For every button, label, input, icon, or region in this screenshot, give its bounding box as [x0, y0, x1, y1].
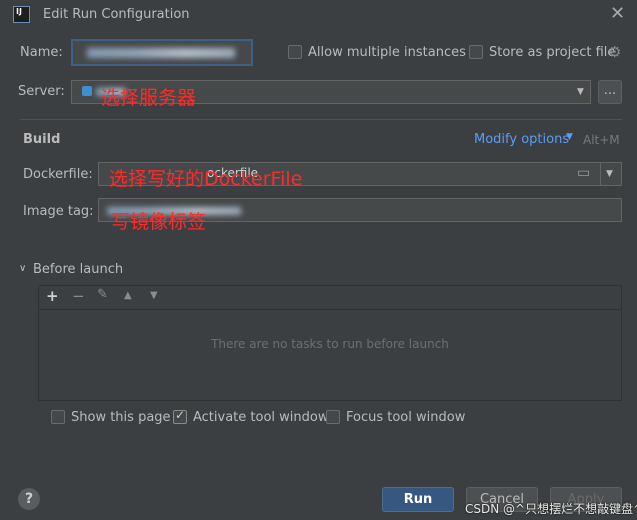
- allow-multiple-checkbox[interactable]: [288, 45, 302, 59]
- chevron-down-icon[interactable]: ▼: [606, 169, 613, 179]
- store-project-checkbox[interactable]: [469, 45, 483, 59]
- edit-icon: ✎: [97, 287, 108, 302]
- modify-options-link[interactable]: Modify options: [474, 132, 569, 147]
- build-heading: Build: [23, 132, 61, 147]
- show-page-checkbox[interactable]: [51, 410, 65, 424]
- activate-tool-label: Activate tool window: [193, 410, 329, 425]
- tasks-toolbar: + − ✎ ▲ ▼: [39, 286, 621, 310]
- focus-tool-label: Focus tool window: [346, 410, 466, 425]
- empty-tasks-text: There are no tasks to run before launch: [211, 337, 449, 351]
- name-label: Name:: [20, 45, 63, 60]
- image-tag-label: Image tag:: [23, 204, 94, 219]
- before-launch-tasks-panel: + − ✎ ▲ ▼ There are no tasks to run befo…: [38, 285, 622, 401]
- run-button[interactable]: Run: [382, 487, 454, 512]
- docker-icon: [82, 86, 92, 96]
- move-up-icon: ▲: [124, 290, 132, 301]
- chevron-down-icon[interactable]: ▼: [577, 87, 584, 97]
- help-button[interactable]: ?: [18, 488, 40, 510]
- image-tag-annotation: 写镜像标签: [111, 211, 207, 233]
- remove-icon: −: [72, 287, 85, 305]
- dockerfile-annotation: 选择写好的DockerFile: [109, 168, 303, 190]
- server-label: Server:: [18, 84, 65, 99]
- server-annotation: 选择服务器: [101, 87, 197, 109]
- add-icon[interactable]: +: [46, 287, 59, 305]
- section-divider: [20, 119, 622, 120]
- intellij-app-icon: IJ: [13, 6, 30, 23]
- modify-options-shortcut: Alt+M: [583, 133, 620, 147]
- chevron-down-icon[interactable]: ∨: [19, 263, 26, 274]
- move-down-icon: ▼: [150, 290, 158, 301]
- gear-icon[interactable]: ⚙: [608, 43, 621, 61]
- store-project-label: Store as project file: [489, 45, 616, 60]
- name-input[interactable]: [71, 39, 253, 66]
- before-launch-heading[interactable]: Before launch: [33, 262, 123, 277]
- window-title: Edit Run Configuration: [43, 7, 190, 22]
- watermark: CSDN @^只想摆烂不想敲键盘^: [465, 502, 637, 516]
- dockerfile-label: Dockerfile:: [23, 167, 93, 182]
- show-page-label: Show this page: [71, 410, 171, 425]
- folder-icon[interactable]: ▭: [577, 165, 590, 181]
- focus-tool-checkbox[interactable]: [326, 410, 340, 424]
- modify-options-chevron-icon[interactable]: ▼: [566, 132, 573, 142]
- activate-tool-checkbox[interactable]: [173, 408, 187, 424]
- dockerfile-dropdown[interactable]: ▼: [600, 162, 622, 186]
- allow-multiple-label: Allow multiple instances: [308, 45, 466, 60]
- close-icon[interactable]: ✕: [610, 3, 625, 24]
- server-more-button[interactable]: ...: [598, 80, 622, 104]
- redacted-name-value: [87, 48, 235, 58]
- app-icon-text: IJ: [16, 7, 22, 16]
